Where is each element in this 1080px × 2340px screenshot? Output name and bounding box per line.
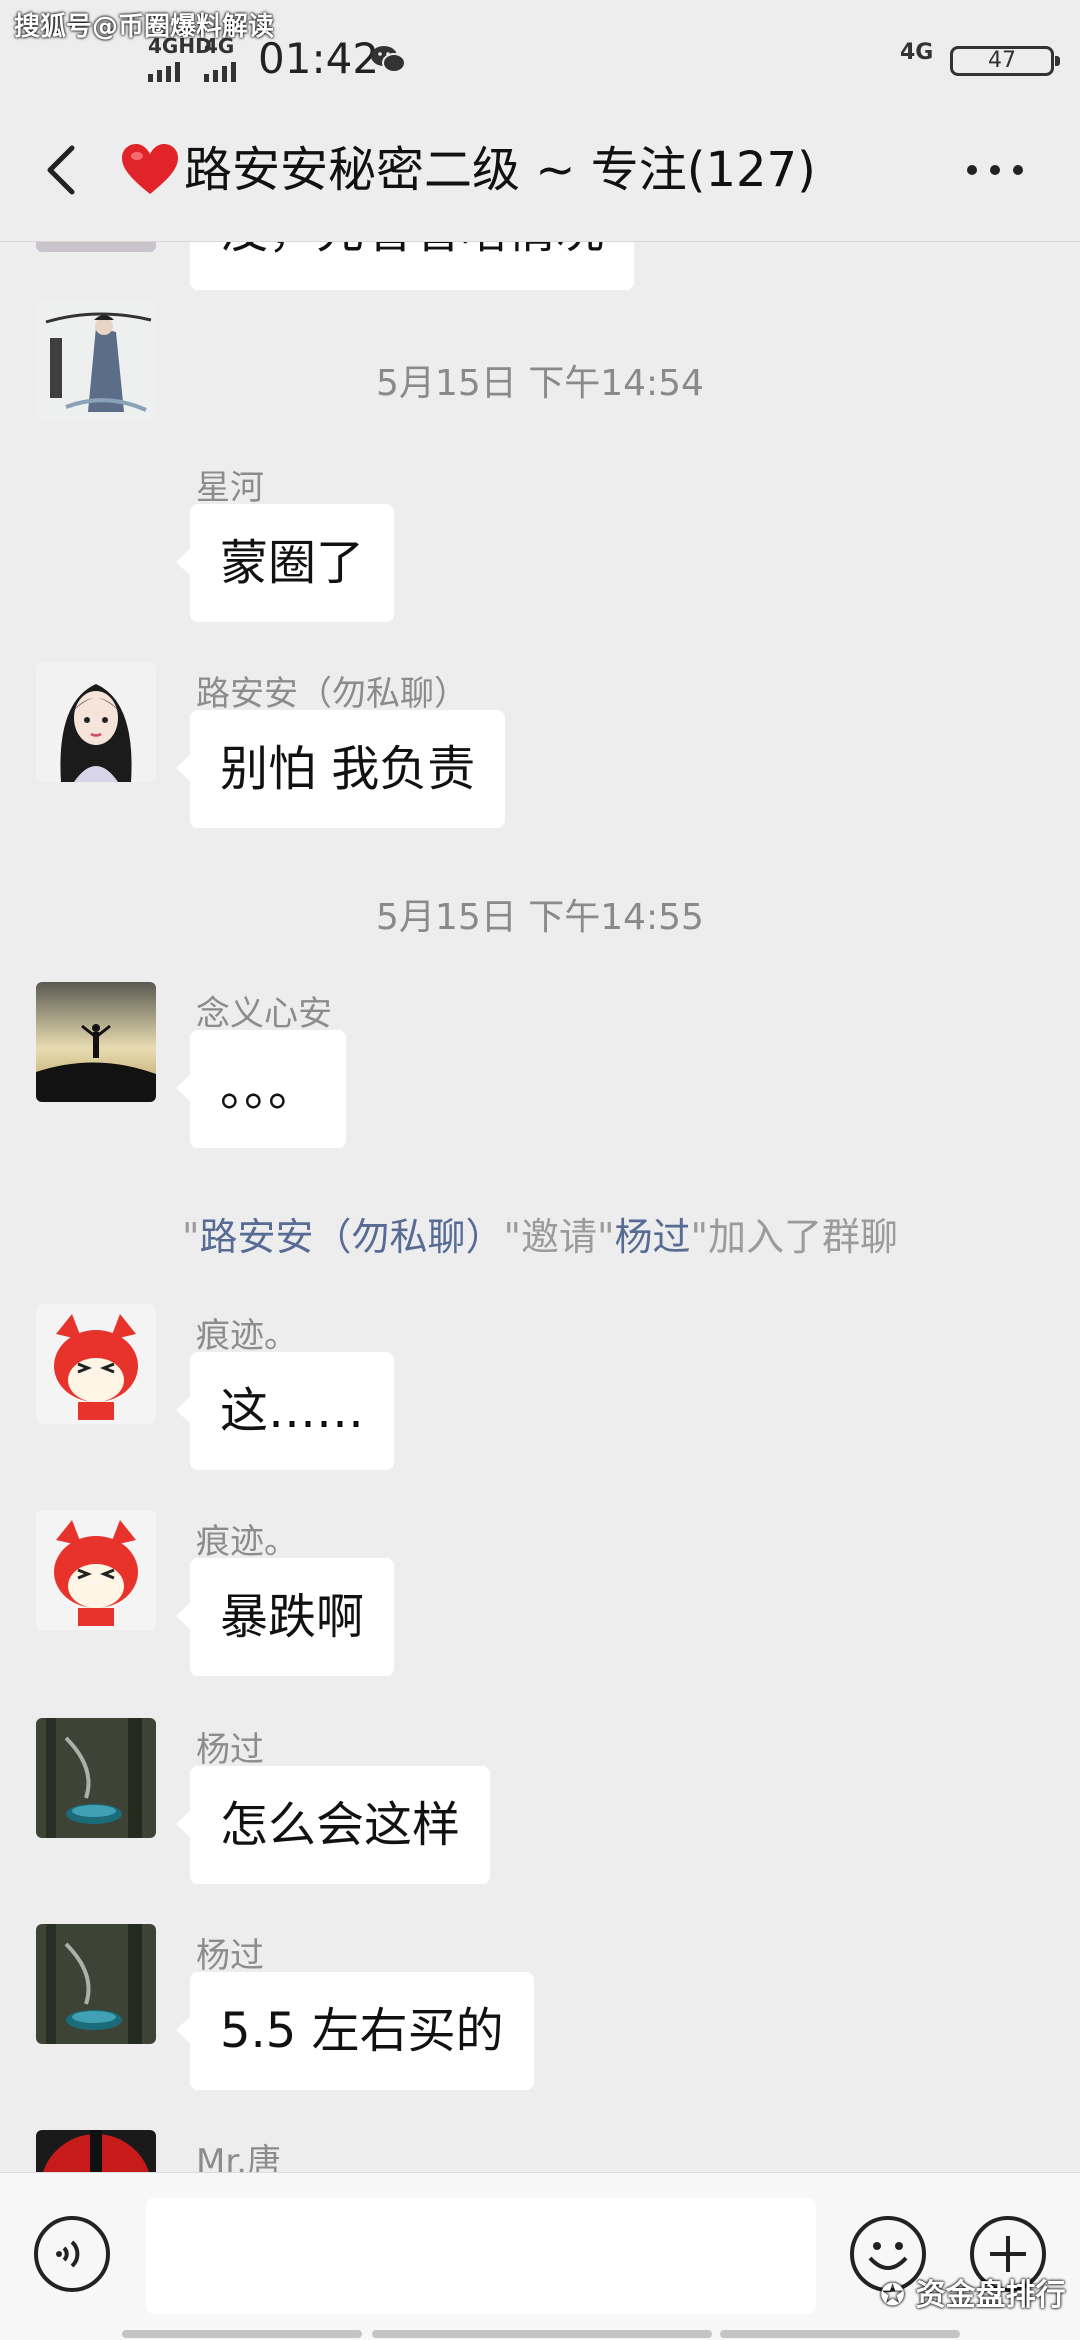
avatar-sunset-silhouette[interactable] (36, 982, 156, 1102)
avatar-girl-portrait[interactable] (36, 662, 156, 782)
chat-title-text: 路安安秘密二级 ~ 专注(127) (184, 142, 816, 198)
sender-name: Mr.唐 (196, 2142, 281, 2172)
system-suffix: 加入了群聊 (707, 1215, 898, 1259)
sender-name: 星河 (196, 468, 264, 508)
voice-input-icon[interactable] (32, 2214, 112, 2294)
avatar-red-fox[interactable] (36, 1304, 156, 1424)
chat-message-list[interactable]: 没，先看看啥情况 5月15日 下午14:54 星河 蒙圈了 路安安（勿私聊） 别… (0, 242, 1080, 2172)
message-bubble[interactable]: 暴跌啊 (175, 1558, 395, 1676)
avatar[interactable] (36, 242, 156, 252)
system-message: "路安安（勿私聊）"邀请"杨过"加入了群聊 (182, 1215, 898, 1259)
signal-bars-icon (204, 62, 236, 82)
back-arrow-icon[interactable] (40, 140, 84, 200)
message-bubble[interactable]: 别怕 我负责 (175, 710, 506, 828)
wechat-icon: ✪ (880, 2278, 916, 2313)
sender-name: 路安安（勿私聊） (196, 674, 468, 714)
sender-name: 痕迹。 (196, 1522, 298, 1562)
inviter-link[interactable]: 路安安（勿私聊） (199, 1215, 503, 1259)
timestamp: 5月15日 下午14:55 (376, 897, 704, 938)
avatar-red-fox[interactable] (36, 1510, 156, 1630)
sender-name: 念义心安 (196, 994, 332, 1034)
sender-name: 杨过 (196, 1730, 264, 1770)
message-bubble[interactable]: 没，先看看啥情况 (175, 242, 635, 290)
signal-bars-icon (148, 62, 212, 82)
timestamp: 5月15日 下午14:54 (376, 363, 704, 404)
network-indicator: 4G (900, 40, 934, 65)
watermark-bottom: ✪ 资金盘排行 (880, 2270, 1066, 2314)
message-bubble[interactable]: 怎么会这样 (175, 1766, 491, 1884)
chat-title: 路安安秘密二级 ~ 专注(127) (120, 140, 816, 200)
battery-icon: 47 (950, 46, 1060, 76)
avatar-forest[interactable] (36, 1718, 156, 1838)
message-bubble[interactable]: 蒙圈了 (175, 504, 395, 622)
gesture-bar (122, 2330, 362, 2338)
avatar-forest[interactable] (36, 1924, 156, 2044)
heart-icon (122, 144, 178, 194)
battery-level: 47 (988, 48, 1016, 73)
gesture-bar (720, 2330, 960, 2338)
watermark-bottom-text: 资金盘排行 (915, 2278, 1066, 2313)
avatar-ink-painting[interactable] (36, 302, 156, 422)
message-bubble[interactable]: 。。。 (175, 1030, 347, 1148)
more-options-icon[interactable] (960, 150, 1030, 190)
invitee-link[interactable]: 杨过 (614, 1215, 690, 1259)
message-bubble[interactable]: 这…… (175, 1352, 395, 1470)
watermark-top: 搜狐号@币圈爆料解读 (14, 12, 275, 42)
wechat-icon (371, 46, 406, 73)
gesture-bar (372, 2330, 712, 2338)
system-verb: 邀请 (520, 1215, 597, 1259)
avatar-red-mask[interactable] (36, 2130, 156, 2172)
sender-name: 杨过 (196, 1936, 264, 1976)
message-bubble[interactable]: 5.5 左右买的 (176, 1972, 534, 2090)
sender-name: 痕迹。 (196, 1316, 298, 1356)
status-time: 01:42 (258, 34, 380, 83)
message-input[interactable] (146, 2198, 816, 2314)
